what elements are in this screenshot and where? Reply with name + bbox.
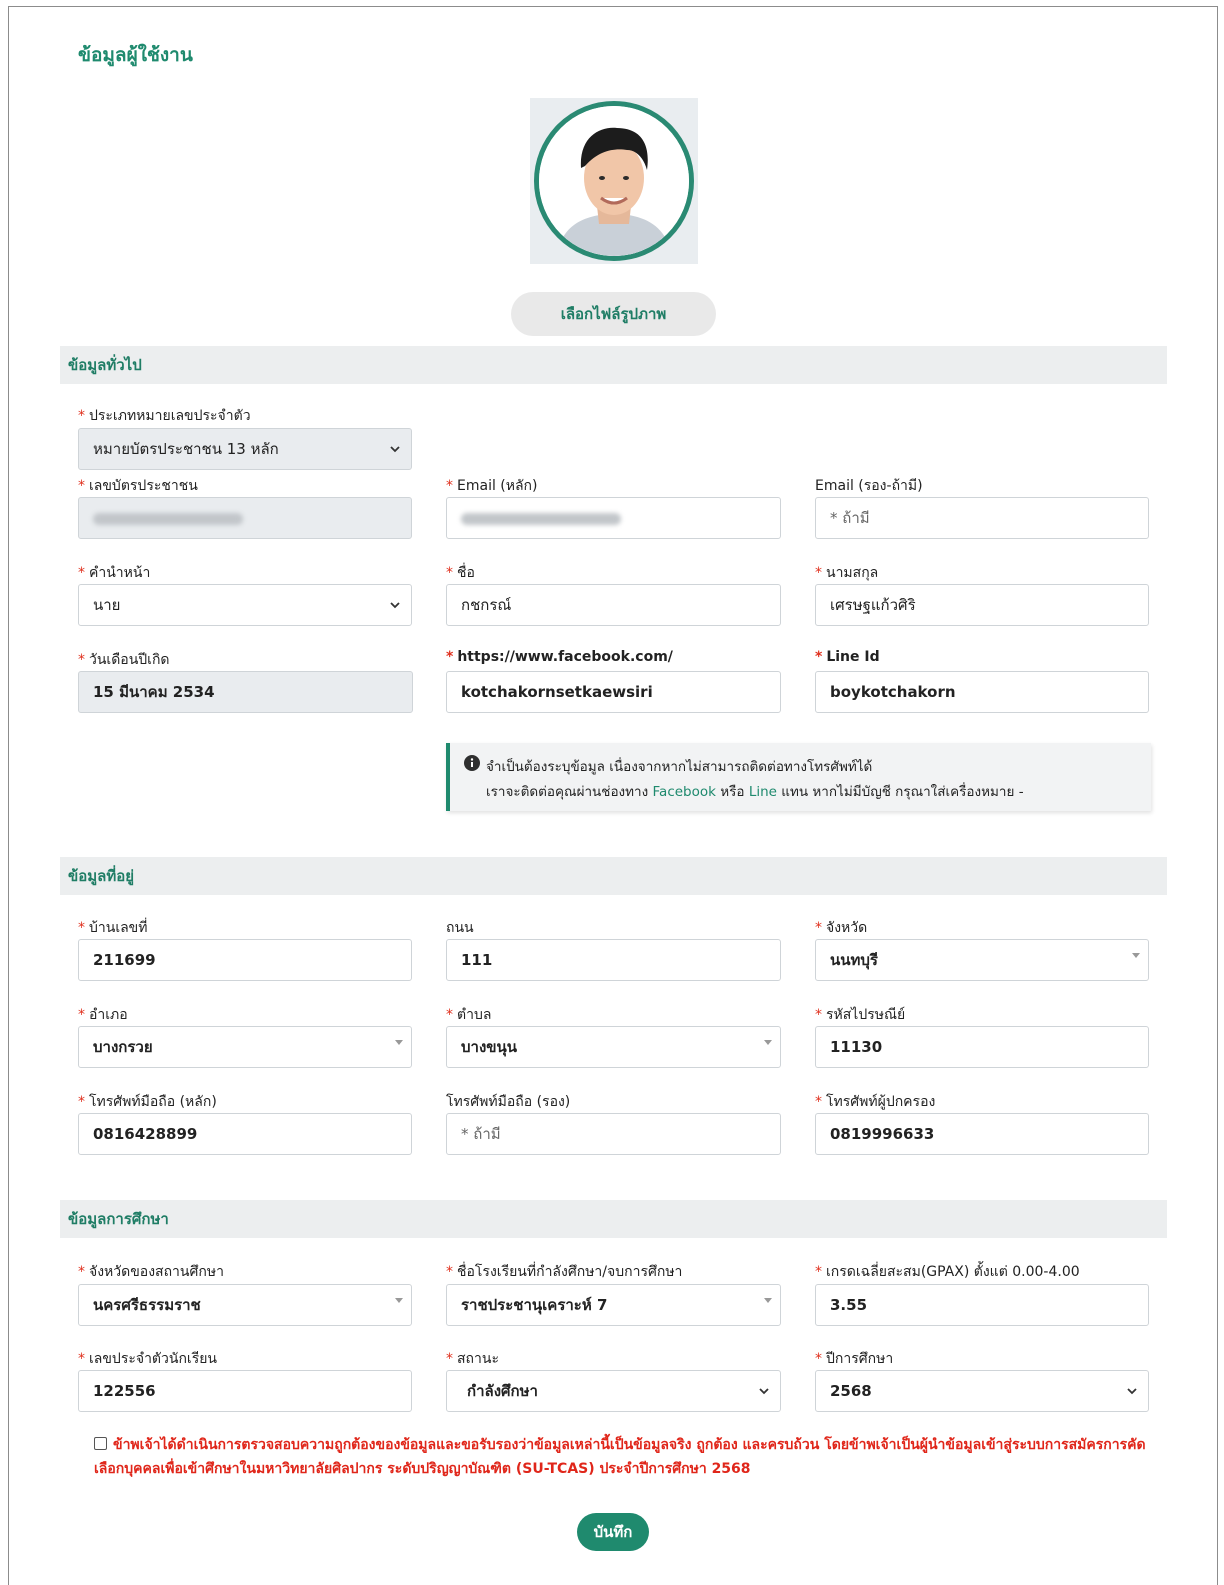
guardian-phone-label: * โทรศัพท์ผู้ปกครอง	[815, 1094, 936, 1110]
last-name-field[interactable]: เศรษฐแก้วศิริ	[815, 584, 1149, 626]
last-name-label: * นามสกุล	[815, 565, 879, 581]
redacted-value	[461, 512, 621, 525]
mobile-main-field[interactable]: 0816428899	[78, 1113, 412, 1155]
page-title: ข้อมูลผู้ใช้งาน	[78, 44, 193, 66]
section-education: ข้อมูลการศึกษา	[60, 1200, 1167, 1238]
school-name-select[interactable]: ราชประชานุเคราะห์ 7	[446, 1284, 781, 1326]
caret-down-icon	[764, 1298, 772, 1303]
email-main-label: * Email (หลัก)	[446, 478, 538, 494]
section-address: ข้อมูลที่อยู่	[60, 857, 1167, 895]
id-type-label: * ประเภทหมายเลขประจำตัว	[78, 408, 251, 424]
year-label: * ปีการศึกษา	[815, 1351, 894, 1367]
school-province-select[interactable]: นครศรีธรรมราช	[78, 1284, 412, 1326]
facebook-field[interactable]: kotchakornsetkaewsiri	[446, 671, 781, 713]
status-label: * สถานะ	[446, 1351, 499, 1367]
save-button[interactable]: บันทึก	[577, 1513, 649, 1551]
status-select[interactable]: กำลังศึกษา	[446, 1370, 781, 1412]
id-type-select[interactable]: หมายบัตรประชาชน 13 หลัก	[78, 428, 412, 470]
prefix-label: * คำนำหน้า	[78, 565, 151, 581]
road-field[interactable]: 111	[446, 939, 781, 981]
avatar-image	[539, 106, 689, 256]
chevron-down-icon	[390, 602, 400, 609]
contact-notice: จำเป็นต้องระบุข้อมูล เนื่องจากหากไม่สามา…	[446, 743, 1151, 811]
birth-date-label: * วันเดือนปีเกิด	[78, 652, 170, 668]
province-select[interactable]: นนทบุรี	[815, 939, 1149, 981]
avatar	[534, 101, 694, 261]
subdistrict-label: * ตำบล	[446, 1007, 492, 1023]
district-select[interactable]: บางกรวย	[78, 1026, 412, 1068]
year-select[interactable]: 2568	[815, 1370, 1149, 1412]
facebook-link: Facebook	[652, 784, 716, 800]
caret-down-icon	[395, 1298, 403, 1303]
gpax-label: * เกรดเฉลี่ยสะสม(GPAX) ตั้งแต่ 0.00-4.00	[815, 1264, 1080, 1280]
caret-down-icon	[1132, 953, 1140, 958]
profile-photo	[530, 98, 698, 264]
consent-checkbox[interactable]	[94, 1437, 107, 1450]
notice-line-2: เราจะติดต่อคุณผ่านช่องทาง Facebook หรือ …	[486, 784, 1024, 800]
section-general: ข้อมูลทั่วไป	[60, 346, 1167, 384]
chevron-down-icon	[759, 1388, 769, 1395]
info-icon	[464, 755, 480, 771]
gpax-field[interactable]: 3.55	[815, 1284, 1149, 1326]
house-no-field[interactable]: 211699	[78, 939, 412, 981]
caret-down-icon	[395, 1040, 403, 1045]
subdistrict-select[interactable]: บางขนุน	[446, 1026, 781, 1068]
province-label: * จังหวัด	[815, 920, 868, 936]
student-id-field[interactable]: 122556	[78, 1370, 412, 1412]
caret-down-icon	[764, 1040, 772, 1045]
notice-line-1: จำเป็นต้องระบุข้อมูล เนื่องจากหากไม่สามา…	[486, 759, 873, 775]
prefix-select[interactable]: นาย	[78, 584, 412, 626]
email-alt-label: Email (รอง-ถ้ามี)	[815, 478, 923, 494]
school-province-label: * จังหวัดของสถานศึกษา	[78, 1264, 224, 1280]
guardian-phone-field[interactable]: 0819996633	[815, 1113, 1149, 1155]
email-alt-field[interactable]: * ถ้ามี	[815, 497, 1149, 539]
chevron-down-icon	[1127, 1388, 1137, 1395]
mobile-alt-field[interactable]: * ถ้ามี	[446, 1113, 781, 1155]
choose-photo-button[interactable]: เลือกไฟล์รูปภาพ	[511, 292, 716, 336]
line-link: Line	[748, 784, 777, 800]
line-id-field[interactable]: boykotchakorn	[815, 671, 1149, 713]
consent-text: ข้าพเจ้าได้ดำเนินการตรวจสอบความถูกต้องขอ…	[94, 1437, 1146, 1477]
mobile-main-label: * โทรศัพท์มือถือ (หลัก)	[78, 1094, 217, 1110]
house-no-label: * บ้านเลขที่	[78, 920, 148, 936]
student-id-label: * เลขประจำตัวนักเรียน	[78, 1351, 218, 1367]
consent-block: ข้าพเจ้าได้ดำเนินการตรวจสอบความถูกต้องขอ…	[94, 1433, 1154, 1481]
birth-date-field[interactable]: 15 มีนาคม 2534	[78, 671, 413, 713]
postcode-field[interactable]: 11130	[815, 1026, 1149, 1068]
mobile-alt-label: โทรศัพท์มือถือ (รอง)	[446, 1094, 571, 1110]
email-main-field[interactable]	[446, 497, 781, 539]
citizen-id-field[interactable]	[78, 497, 412, 539]
road-label: ถนน	[446, 920, 474, 936]
district-label: * อำเภอ	[78, 1007, 128, 1023]
first-name-label: * ชื่อ	[446, 565, 475, 581]
first-name-field[interactable]: กชกรณ์	[446, 584, 781, 626]
citizen-id-label: * เลขบัตรประชาชน	[78, 478, 198, 494]
chevron-down-icon	[390, 446, 400, 453]
line-id-label: * Line Id	[815, 649, 880, 665]
facebook-label: * https://www.facebook.com/	[446, 649, 673, 665]
school-name-label: * ชื่อโรงเรียนที่กำลังศึกษา/จบการศึกษา	[446, 1264, 683, 1280]
redacted-value	[93, 512, 243, 525]
postcode-label: * รหัสไปรษณีย์	[815, 1007, 906, 1023]
